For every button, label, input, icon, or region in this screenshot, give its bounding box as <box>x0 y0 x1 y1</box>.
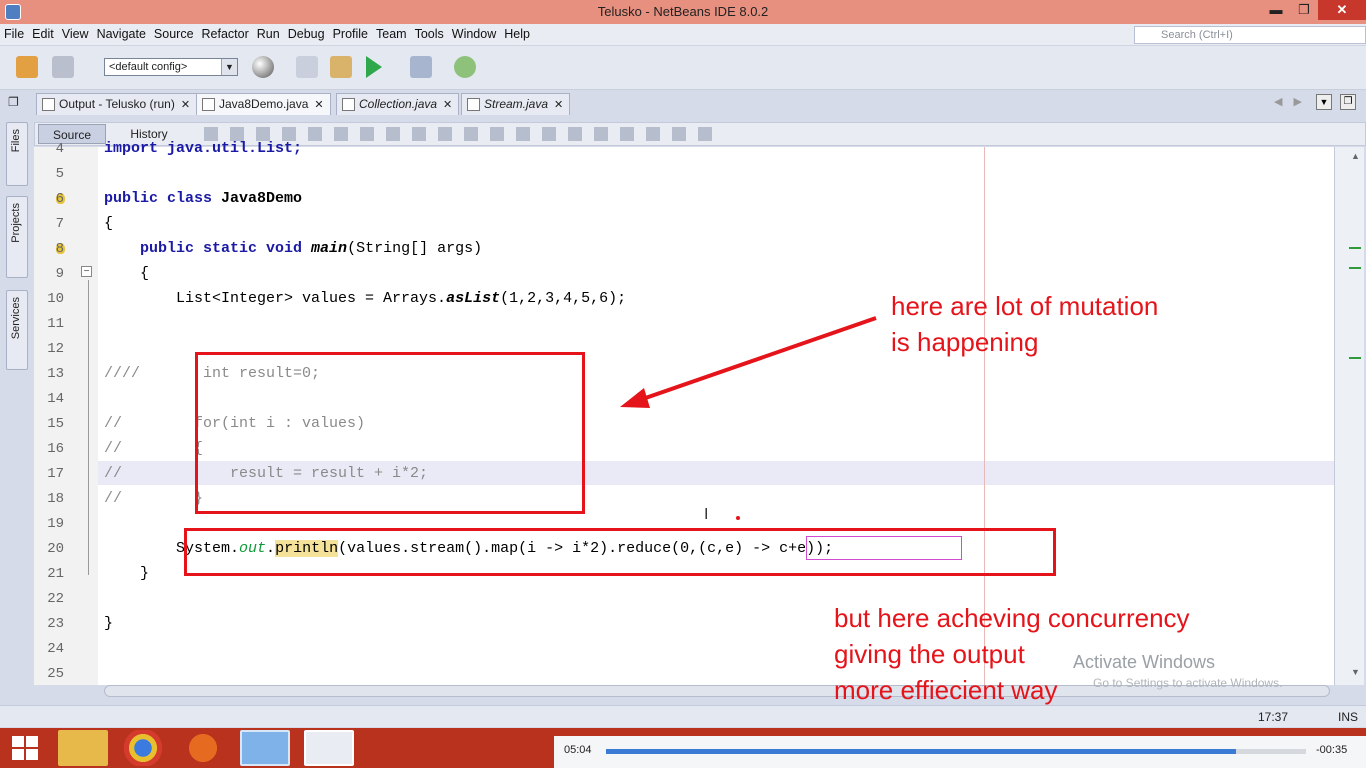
change-marker[interactable] <box>1349 267 1361 269</box>
side-tab-services[interactable]: Services <box>6 290 28 370</box>
chrome-icon[interactable] <box>118 730 168 766</box>
activate-windows-watermark: Activate Windows <box>1073 652 1216 672</box>
insert-mode: INS <box>1338 710 1359 724</box>
tab-close-icon[interactable]: ✕ <box>314 99 323 111</box>
tab-close-icon[interactable]: ✕ <box>554 99 563 111</box>
annotation-concurrency-line1: but here acheving concurrency <box>834 603 1190 633</box>
netbeans-taskbar-icon[interactable] <box>240 730 290 766</box>
annotation-mutation-line2: is happening <box>891 327 1039 357</box>
vertical-scrollbar[interactable]: ▲ ▼ <box>1334 147 1364 685</box>
menu-window[interactable]: Window <box>452 27 496 41</box>
title-bar: Telusko - NetBeans IDE 8.0.2 ▬ ❐ ✕ <box>0 0 1366 24</box>
annotation-mutation-line1: here are lot of mutation <box>891 291 1159 321</box>
firefox-icon[interactable] <box>178 730 228 766</box>
tab-collection[interactable]: Collection.java ✕ <box>336 93 460 115</box>
status-bar: 17:37 INS <box>0 705 1366 727</box>
minimize-button[interactable]: ▬ <box>1262 0 1290 20</box>
window-title: Telusko - NetBeans IDE 8.0.2 <box>597 4 769 19</box>
java-file-icon <box>342 98 355 111</box>
output-icon <box>42 98 55 111</box>
side-tab-files[interactable]: Files <box>6 122 28 186</box>
clean-build-icon[interactable] <box>330 56 352 78</box>
menu-help[interactable]: Help <box>504 27 530 41</box>
chevron-down-icon: ▼ <box>221 59 237 75</box>
menu-run[interactable]: Run <box>257 27 280 41</box>
annotation-concurrency-line3: more effiecient way <box>834 675 1058 705</box>
profile-icon[interactable] <box>454 56 476 78</box>
mutation-highlight-box <box>195 352 585 514</box>
code-line: 6 public class Java8Demo <box>55 190 303 207</box>
side-tab-projects[interactable]: Projects <box>6 196 28 278</box>
tab-java8demo[interactable]: Java8Demo.java ✕ <box>196 93 331 115</box>
annotation-concurrency-line2: giving the output <box>834 639 1025 669</box>
search-input[interactable]: Search (Ctrl+I) <box>1134 26 1366 44</box>
maximize-editor-icon[interactable]: ❐ <box>1340 94 1356 110</box>
menu-tools[interactable]: Tools <box>415 27 444 41</box>
text-cursor-icon: I <box>704 506 709 523</box>
scroll-down-icon[interactable]: ▼ <box>1351 667 1360 677</box>
maximize-button[interactable]: ❐ <box>1290 0 1318 20</box>
scroll-up-icon[interactable]: ▲ <box>1351 151 1360 161</box>
change-marker[interactable] <box>1349 357 1361 359</box>
code-line: 7{ <box>55 215 114 232</box>
undo-icon[interactable] <box>16 56 38 78</box>
code-line: 4 import java.util.List; <box>55 140 303 157</box>
redo-icon[interactable] <box>52 56 74 78</box>
config-dropdown[interactable]: <default config> ▼ <box>104 58 238 76</box>
menu-navigate[interactable]: Navigate <box>97 27 146 41</box>
annotation-dot <box>736 516 740 520</box>
run-icon[interactable] <box>366 56 382 78</box>
menu-edit[interactable]: Edit <box>32 27 54 41</box>
change-marker[interactable] <box>1349 247 1361 249</box>
menu-view[interactable]: View <box>62 27 89 41</box>
seek-progress <box>606 749 1236 754</box>
debug-icon[interactable] <box>410 56 432 78</box>
caret-position: 17:37 <box>1258 710 1289 724</box>
activate-windows-subtext: Go to Settings to activate Windows. <box>1093 676 1283 690</box>
elapsed-time: 05:04 <box>564 744 592 756</box>
tab-list-dropdown[interactable]: ▼ <box>1316 94 1332 110</box>
menu-profile[interactable]: Profile <box>333 27 368 41</box>
java-file-icon <box>202 98 215 111</box>
menu-refactor[interactable]: Refactor <box>202 27 249 41</box>
close-button[interactable]: ✕ <box>1318 0 1366 20</box>
menu-team[interactable]: Team <box>376 27 407 41</box>
seek-bar[interactable] <box>606 749 1306 754</box>
tab-output[interactable]: Output - Telusko (run) ✕ <box>36 93 198 115</box>
tab-close-icon[interactable]: ✕ <box>443 99 452 111</box>
windows-start-icon[interactable] <box>12 736 38 760</box>
tab-scroll-arrows[interactable]: ◀ ▶ <box>1274 95 1306 108</box>
recorder-icon[interactable] <box>304 730 354 766</box>
file-explorer-icon[interactable] <box>58 730 108 766</box>
restore-window-icon[interactable]: ❐ <box>8 95 19 109</box>
menu-source[interactable]: Source <box>154 27 194 41</box>
remaining-time: -00:35 <box>1316 744 1348 756</box>
code-line: 8 public static void main(String[] args) <box>55 240 483 257</box>
menu-debug[interactable]: Debug <box>288 27 325 41</box>
tab-stream[interactable]: Stream.java ✕ <box>461 93 571 115</box>
menu-file[interactable]: File <box>4 27 24 41</box>
globe-icon[interactable] <box>252 56 274 78</box>
video-player-bar[interactable]: 05:04 -00:35 <box>554 736 1366 768</box>
tab-close-icon[interactable]: ✕ <box>181 99 190 111</box>
java-file-icon <box>467 98 480 111</box>
stream-highlight-box <box>184 528 1056 576</box>
config-value: <default config> <box>109 61 188 73</box>
build-hammer-icon[interactable] <box>296 56 318 78</box>
annotation-arrow-icon <box>620 316 877 408</box>
code-line: 9 { <box>55 265 150 282</box>
code-line: 5 <box>55 166 64 182</box>
